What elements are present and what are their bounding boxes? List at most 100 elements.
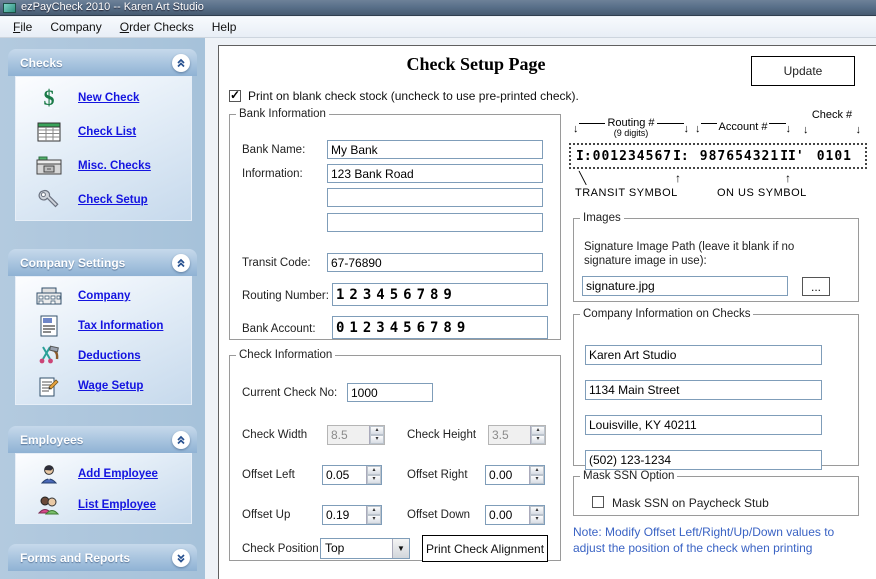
table-icon	[32, 122, 66, 142]
routing-number-input[interactable]: 123456789	[332, 283, 548, 306]
signature-path-input[interactable]	[582, 276, 788, 296]
sidebar-item-tax-information[interactable]: Tax Information	[16, 311, 191, 341]
stepper-down-icon[interactable]	[530, 475, 544, 484]
company-city-input[interactable]	[585, 415, 822, 435]
routing-bracket-label: Routing #	[607, 117, 654, 129]
check-information-group: Check Information Current Check No: Chec…	[229, 349, 561, 561]
chevron-double-up-icon[interactable]	[172, 54, 190, 72]
person-icon	[32, 464, 66, 484]
stepper-down-icon[interactable]	[367, 475, 381, 484]
current-check-no-label: Current Check No:	[242, 387, 337, 399]
stepper-up-icon[interactable]	[530, 466, 544, 475]
bank-account-input[interactable]: 0123456789	[332, 316, 548, 339]
section-title: Checks	[20, 56, 63, 70]
dollar-icon: $	[32, 85, 66, 111]
sidebar-item-label[interactable]: Misc. Checks	[78, 160, 151, 172]
section-header-employees[interactable]: Employees	[8, 426, 197, 453]
bank-name-input[interactable]	[327, 140, 543, 159]
sidebar-item-company[interactable]: Company	[16, 281, 191, 311]
stepper-up-icon[interactable]	[530, 506, 544, 515]
mask-ssn-group: Mask SSN Option Mask SSN on Paycheck Stu…	[573, 470, 859, 516]
sidebar-item-new-check[interactable]: $ New Check	[16, 81, 191, 115]
bank-information-label: Information:	[242, 168, 303, 180]
bank-information-input-1[interactable]	[327, 164, 543, 183]
stepper-up-icon[interactable]	[367, 506, 381, 515]
browse-button[interactable]: ...	[802, 277, 830, 296]
check-setup-page: Check Setup Page Update Print on blank c…	[218, 45, 876, 579]
print-blank-stock-label: Print on blank check stock (uncheck to u…	[248, 89, 579, 103]
account-bracket: ↓ Account # ↓	[695, 113, 791, 141]
dropdown-arrow-icon[interactable]	[392, 539, 409, 558]
signature-path-label: Signature Image Path (leave it blank if …	[584, 240, 840, 268]
sidebar-item-label[interactable]: New Check	[78, 92, 139, 104]
routing-number-label: Routing Number:	[242, 290, 329, 302]
check-bracket-label: Check #	[797, 109, 867, 121]
section-header-checks[interactable]: Checks	[8, 49, 197, 76]
chevron-double-up-icon[interactable]	[172, 431, 190, 449]
check-position-value: Top	[321, 539, 392, 558]
sidebar-item-check-setup[interactable]: Check Setup	[16, 183, 191, 217]
mask-ssn-legend: Mask SSN Option	[580, 470, 677, 482]
sidebar-item-label[interactable]: List Employee	[78, 499, 156, 511]
sidebar-item-misc-checks[interactable]: Misc. Checks	[16, 149, 191, 183]
sidebar-item-label[interactable]: Check List	[78, 126, 136, 138]
stepper-down-icon[interactable]	[367, 515, 381, 524]
mask-ssn-checkbox[interactable]	[592, 496, 604, 508]
sidebar-item-label[interactable]: Company	[78, 290, 130, 302]
sidebar-item-label[interactable]: Check Setup	[78, 194, 148, 206]
offset-left-stepper[interactable]: 0.05	[322, 465, 382, 485]
company-street-input[interactable]	[585, 380, 822, 400]
offset-note-line1: Note: Modify Offset Left/Right/Up/Down v…	[573, 524, 863, 540]
bank-information-input-3[interactable]	[327, 213, 543, 232]
offset-right-stepper[interactable]: 0.00	[485, 465, 545, 485]
offset-down-stepper[interactable]: 0.00	[485, 505, 545, 525]
window-title: ezPayCheck 2010 -- Karen Art Studio	[21, 0, 204, 15]
stepper-up-icon[interactable]	[367, 466, 381, 475]
offset-note-line2: adjust the position of the check when pr…	[573, 540, 863, 556]
building-icon	[32, 286, 66, 306]
check-position-dropdown[interactable]: Top	[320, 538, 410, 559]
sidebar-item-add-employee[interactable]: Add Employee	[16, 458, 191, 489]
down-arrow-icon: ↓	[695, 124, 701, 134]
current-check-no-input[interactable]	[347, 383, 433, 402]
offset-up-stepper[interactable]: 0.19	[322, 505, 382, 525]
sidebar-item-list-employee[interactable]: List Employee	[16, 489, 191, 520]
sidebar-item-check-list[interactable]: Check List	[16, 115, 191, 149]
title-bar[interactable]: ezPayCheck 2010 -- Karen Art Studio	[0, 0, 876, 16]
transit-code-input[interactable]	[327, 253, 543, 272]
company-phone-input[interactable]	[585, 450, 822, 470]
stepper-down-icon	[531, 435, 545, 444]
routing-digits-note: (9 digits)	[607, 128, 654, 138]
sidebar-item-label[interactable]: Deductions	[78, 350, 141, 362]
check-position-label: Check Position	[242, 543, 319, 555]
update-button[interactable]: Update	[751, 56, 855, 86]
sidebar-item-label[interactable]: Tax Information	[78, 320, 163, 332]
sidebar-item-deductions[interactable]: Deductions	[16, 341, 191, 371]
check-height-stepper: 3.5	[488, 425, 546, 445]
section-header-forms-reports[interactable]: Forms and Reports	[8, 544, 197, 571]
account-bracket-label: Account #	[717, 121, 770, 133]
up-arrow-icon: ↑	[785, 171, 791, 185]
stepper-down-icon[interactable]	[530, 515, 544, 524]
bank-information-input-2[interactable]	[327, 188, 543, 207]
menu-order-checks[interactable]: Order Checks	[111, 18, 203, 36]
stepper-down-icon	[370, 435, 384, 444]
sidebar-item-wage-setup[interactable]: Wage Setup	[16, 371, 191, 401]
down-arrow-icon: ↓	[573, 124, 579, 134]
print-check-alignment-button[interactable]: Print Check Alignment	[422, 535, 548, 562]
menu-help[interactable]: Help	[203, 18, 246, 36]
chevron-double-up-icon[interactable]	[172, 254, 190, 272]
onus-symbol-icon: II'	[780, 149, 803, 164]
check-micr-sample: ↓ Routing #(9 digits) ↓ ↓ Account # ↓ Ch…	[569, 111, 871, 209]
sidebar-item-label[interactable]: Add Employee	[78, 468, 158, 480]
offset-down-value: 0.00	[486, 506, 529, 524]
offset-up-value: 0.19	[323, 506, 366, 524]
mask-ssn-label: Mask SSN on Paycheck Stub	[612, 496, 769, 510]
menu-file[interactable]: File	[4, 18, 41, 36]
sidebar-item-label[interactable]: Wage Setup	[78, 380, 143, 392]
print-blank-stock-checkbox[interactable]	[229, 90, 241, 102]
section-header-company-settings[interactable]: Company Settings	[8, 249, 197, 276]
company-name-input[interactable]	[585, 345, 822, 365]
menu-company[interactable]: Company	[41, 18, 110, 36]
chevron-double-down-icon[interactable]	[172, 549, 190, 567]
